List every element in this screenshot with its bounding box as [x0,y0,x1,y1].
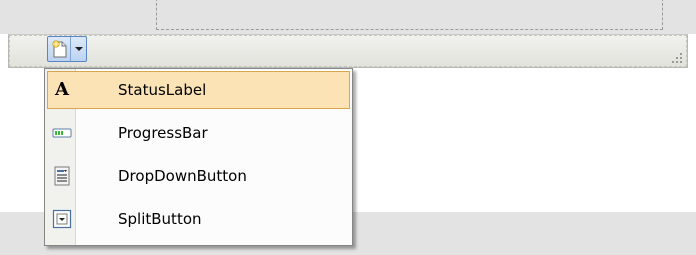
designer-surface: A StatusLabel ProgressBar DropDownButton [0,0,696,255]
chevron-down-icon [75,47,83,51]
menu-item-label: StatusLabel [118,81,207,99]
form-design-area[interactable] [0,0,696,34]
menu-item-label: SplitButton [118,210,202,228]
component-drop-zone [156,0,663,30]
letter-a-icon: A [55,79,69,100]
add-item-split-button[interactable] [47,36,87,62]
progress-bar-icon [52,128,72,138]
menu-item-label: ProgressBar [118,124,208,142]
add-item-dropdown-menu: A StatusLabel ProgressBar DropDownButton [44,68,353,246]
menu-item-dropdownbutton[interactable]: DropDownButton [47,157,350,195]
menu-item-splitbutton[interactable]: SplitButton [47,200,350,238]
dropdown-arrow-button[interactable] [70,37,86,61]
status-strip[interactable] [8,34,688,68]
status-strip-outline [9,35,687,67]
menu-item-label: DropDownButton [118,167,247,185]
split-button-icon [52,209,72,229]
size-grip-icon[interactable] [669,50,683,64]
new-item-icon [52,40,67,58]
menu-item-progressbar[interactable]: ProgressBar [47,114,350,152]
menu-item-statuslabel[interactable]: A StatusLabel [47,71,350,109]
dropdown-button-icon [54,166,70,186]
